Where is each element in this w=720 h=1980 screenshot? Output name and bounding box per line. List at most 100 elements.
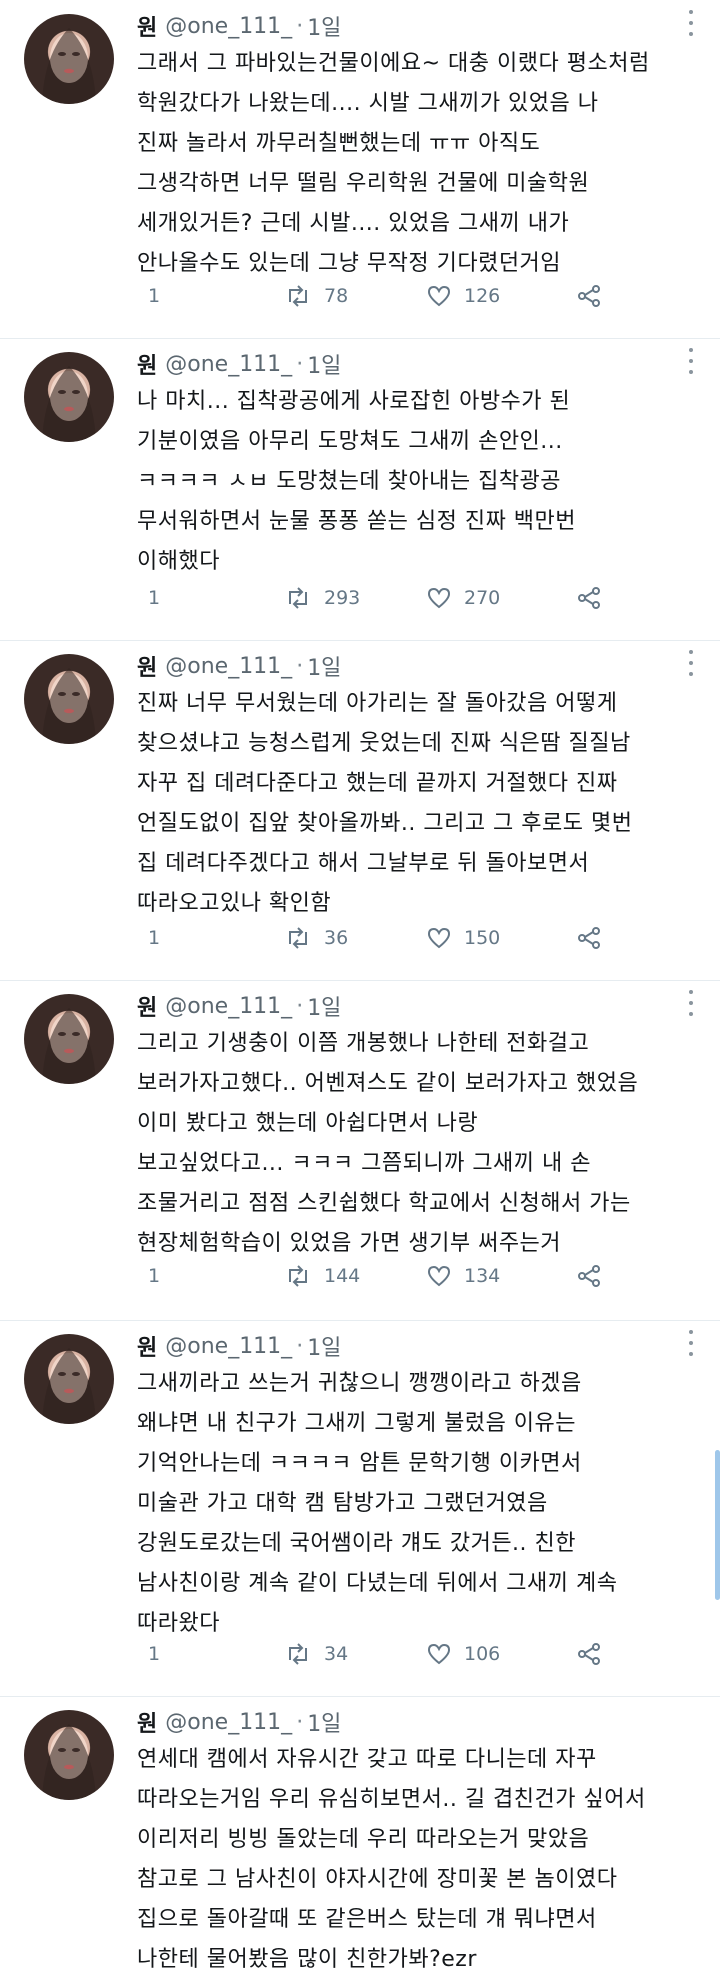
tweet-text-line: 참고로 그 남사친이 야자시간에 장미꽃 본 놈이였다 — [137, 1867, 618, 1892]
tweet-text-line: 보러가자고했다.. 어벤져스도 같이 보러가자고 했었음 — [137, 1071, 639, 1096]
display-name[interactable]: 원 — [137, 650, 157, 682]
share-icon — [578, 1643, 600, 1665]
display-name[interactable]: 원 — [137, 1330, 157, 1362]
more-options-button[interactable] — [684, 650, 698, 676]
timestamp[interactable]: 1일 — [307, 10, 341, 42]
display-name[interactable]: 원 — [137, 990, 157, 1022]
tweet-text-line: 그리고 기생충이 이쯤 개봉했나 나한테 전화걸고 — [137, 1031, 590, 1056]
user-handle[interactable]: @one_111_ — [165, 1710, 292, 1735]
tweet-text-line: 조물거리고 점점 스킨쉽했다 학교에서 신청해서 가는 — [137, 1191, 631, 1216]
share-icon — [578, 927, 600, 949]
more-options-button[interactable] — [684, 990, 698, 1016]
tweet-header: 원 @one_111_ · 1일 — [137, 650, 341, 682]
retweet-icon — [289, 285, 307, 307]
share-button[interactable] — [576, 1642, 602, 1666]
separator-dot: · — [296, 653, 304, 679]
scrollbar-thumb[interactable] — [715, 1450, 720, 1600]
tweet-header: 원 @one_111_ · 1일 — [137, 1706, 341, 1738]
retweet-count: 293 — [324, 587, 361, 609]
like-count: 270 — [464, 587, 501, 609]
display-name[interactable]: 원 — [137, 1706, 157, 1738]
reply-count: 1 — [148, 927, 161, 949]
avatar[interactable] — [24, 352, 114, 442]
tweet[interactable]: 원 @one_111_ · 1일 진짜 너무 무서웠는데 아가리는 잘 돌아갔음… — [0, 640, 720, 981]
tweet-header: 원 @one_111_ · 1일 — [137, 990, 341, 1022]
tweet-header: 원 @one_111_ · 1일 — [137, 348, 341, 380]
reply-count: 1 — [148, 587, 161, 609]
avatar[interactable] — [24, 14, 114, 104]
tweet-text: 그리고 기생충이 이쯤 개봉했나 나한테 전화걸고 보러가자고했다.. 어벤져스… — [137, 1024, 697, 1264]
timestamp[interactable]: 1일 — [307, 990, 341, 1022]
tweet[interactable]: 원 @one_111_ · 1일 그새끼라고 쓰는거 귀찮으니 깽깽이라고 하겠… — [0, 1320, 720, 1697]
retweet-count: 36 — [324, 927, 349, 949]
display-name[interactable]: 원 — [137, 10, 157, 42]
avatar[interactable] — [24, 994, 114, 1084]
tweet-actions: 1 34 106 — [136, 1636, 606, 1672]
share-icon — [578, 285, 600, 307]
more-options-button[interactable] — [684, 1330, 698, 1356]
separator-dot: · — [296, 13, 304, 39]
timestamp[interactable]: 1일 — [307, 348, 341, 380]
like-button[interactable]: 106 — [426, 1642, 500, 1666]
user-handle[interactable]: @one_111_ — [165, 994, 292, 1019]
share-button[interactable] — [576, 1264, 602, 1288]
tweet-text-line: 이해했다 — [137, 549, 220, 574]
avatar[interactable] — [24, 1710, 114, 1800]
heart-icon — [427, 1643, 451, 1665]
like-button[interactable]: 126 — [426, 284, 500, 308]
heart-icon — [427, 587, 451, 609]
like-button[interactable]: 150 — [426, 926, 500, 950]
tweet-text-line: 이리저리 빙빙 돌았는데 우리 따라오는거 맞았음 — [137, 1827, 590, 1852]
tweet-text-line: 따라오고있나 확인함 — [137, 891, 332, 916]
retweet-button[interactable]: 78 — [284, 284, 348, 308]
timestamp[interactable]: 1일 — [307, 650, 341, 682]
heart-icon — [427, 927, 451, 949]
retweet-button[interactable]: 36 — [284, 926, 348, 950]
tweet-text: 그래서 그 파바있는건물이에요~ 대충 이랬다 평소처럼 학원갔다가 나왔는데.… — [137, 44, 697, 284]
retweet-count: 34 — [324, 1643, 349, 1665]
share-button[interactable] — [576, 284, 602, 308]
share-button[interactable] — [576, 926, 602, 950]
tweet-text-line: 나 마치... 집착광공에게 사로잡힌 아방수가 된 — [137, 389, 571, 414]
tweet-text-line: 집으로 돌아갈때 또 같은버스 탔는데 걔 뭐냐면서 — [137, 1907, 597, 1932]
timestamp[interactable]: 1일 — [307, 1706, 341, 1738]
tweet[interactable]: 원 @one_111_ · 1일 나 마치... 집착광공에게 사로잡힌 아방수… — [0, 338, 720, 641]
more-options-button[interactable] — [684, 10, 698, 36]
retweet-icon — [289, 587, 307, 609]
share-button[interactable] — [576, 586, 602, 610]
timestamp[interactable]: 1일 — [307, 1330, 341, 1362]
separator-dot: · — [296, 351, 304, 377]
share-icon — [578, 587, 600, 609]
tweet-text-line: 미술관 가고 대학 캠 탐방가고 그랬던거였음 — [137, 1491, 548, 1516]
tweet-text-line: 찾으셨냐고 능청스럽게 웃었는데 진짜 식은땀 질질남 — [137, 731, 631, 756]
separator-dot: · — [296, 1709, 304, 1735]
reply-count: 1 — [148, 1643, 161, 1665]
tweet-text-line: 강원도로갔는데 국어쌤이라 걔도 갔거든.. 친한 — [137, 1531, 577, 1556]
more-options-button[interactable] — [684, 348, 698, 374]
retweet-icon — [289, 927, 307, 949]
user-handle[interactable]: @one_111_ — [165, 1334, 292, 1359]
tweet-text-line: 기억안나는데 ㅋㅋㅋㅋ 암튼 문학기행 이카면서 — [137, 1451, 582, 1476]
avatar[interactable] — [24, 654, 114, 744]
retweet-button[interactable]: 293 — [284, 586, 360, 610]
tweet-text-line: 보고싶었다고... ㅋㅋㅋ 그쯤되니까 그새끼 내 손 — [137, 1151, 592, 1176]
user-handle[interactable]: @one_111_ — [165, 352, 292, 377]
user-handle[interactable]: @one_111_ — [165, 654, 292, 679]
tweet[interactable]: 원 @one_111_ · 1일 연세대 캠에서 자유시간 갖고 따로 다니는데… — [0, 1696, 720, 1972]
user-handle[interactable]: @one_111_ — [165, 14, 292, 39]
tweet-text-line: 그생각하면 너무 떨림 우리학원 건물에 미술학원 — [137, 171, 590, 196]
retweet-button[interactable]: 144 — [284, 1264, 360, 1288]
retweet-count: 78 — [324, 285, 349, 307]
separator-dot: · — [296, 1333, 304, 1359]
retweet-button[interactable]: 34 — [284, 1642, 348, 1666]
display-name[interactable]: 원 — [137, 348, 157, 380]
tweet[interactable]: 원 @one_111_ · 1일 그래서 그 파바있는건물이에요~ 대충 이랬다… — [0, 0, 720, 339]
avatar[interactable] — [24, 1334, 114, 1424]
tweet[interactable]: 원 @one_111_ · 1일 그리고 기생충이 이쯤 개봉했나 나한테 전화… — [0, 980, 720, 1321]
tweet-text-line: 자꾸 집 데려다준다고 했는데 끝까지 거절했다 진짜 — [137, 771, 618, 796]
tweet-text-line: 이미 봤다고 했는데 아쉽다면서 나랑 — [137, 1111, 479, 1136]
tweet-text-line: 그래서 그 파바있는건물이에요~ 대충 이랬다 평소처럼 — [137, 51, 650, 76]
like-button[interactable]: 134 — [426, 1264, 500, 1288]
tweet-text-line: 진짜 놀라서 까무러칠뻔했는데 ㅠㅠ 아직도 — [137, 131, 541, 156]
like-button[interactable]: 270 — [426, 586, 500, 610]
